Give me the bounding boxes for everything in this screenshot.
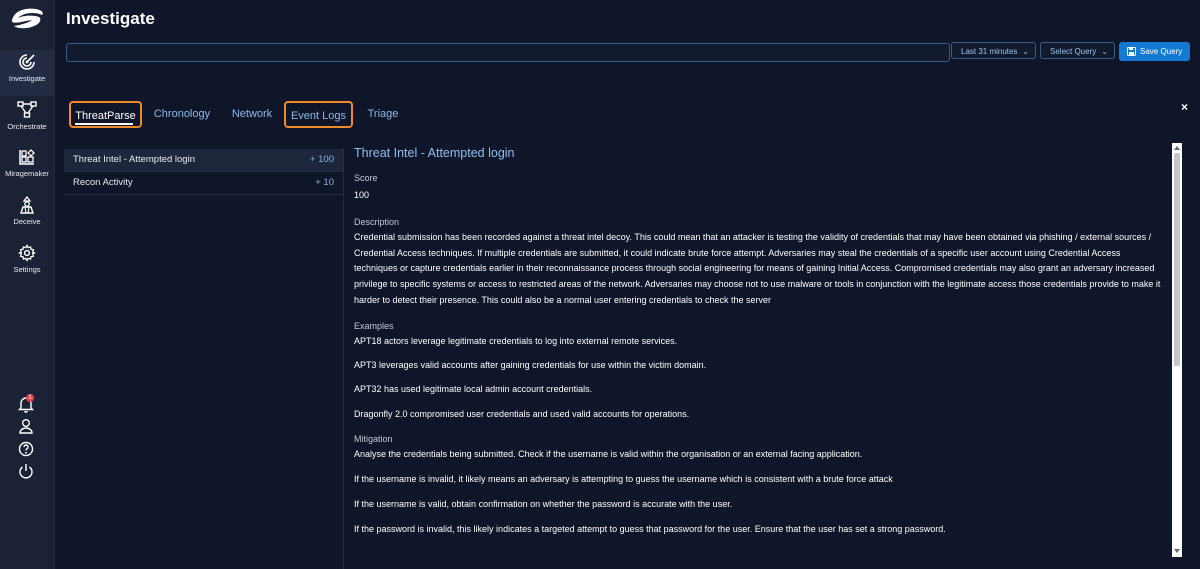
save-query-label: Save Query: [1140, 47, 1183, 56]
sidebar-item-settings[interactable]: Settings: [0, 241, 54, 287]
detail-title: Threat Intel - Attempted login: [354, 146, 515, 160]
description-text: Credential submission has been recorded …: [354, 231, 1161, 305]
sidebar-item-miragemaker[interactable]: Miragemaker: [0, 145, 54, 191]
help-icon[interactable]: [17, 440, 35, 458]
time-range-label: Last 31 minutes: [961, 47, 1018, 56]
tab-label: Chronology: [153, 108, 211, 120]
score-label: Score: [354, 173, 378, 183]
list-item-label: Recon Activity: [73, 177, 133, 188]
tab-event-logs[interactable]: Event Logs: [284, 101, 353, 128]
list-item[interactable]: Threat Intel - Attempted login + 100: [64, 149, 343, 172]
score-value: 100: [354, 190, 370, 200]
list-item-score: + 100: [309, 154, 334, 165]
sidebar-item-label: Miragemaker: [5, 169, 49, 178]
investigate-icon: [19, 54, 35, 70]
notification-badge: 1: [26, 394, 34, 402]
sidebar: Investigate Orchestrate Miragemaker Dece…: [0, 0, 55, 569]
tab-chronology[interactable]: Chronology: [150, 101, 214, 128]
tab-triage[interactable]: Triage: [362, 101, 404, 128]
tab-label: Triage: [367, 108, 399, 120]
list-item-score: + 10: [315, 177, 334, 188]
tab-label: Event Logs: [290, 110, 347, 122]
app-logo[interactable]: [6, 4, 48, 34]
power-icon[interactable]: [17, 462, 35, 480]
sidebar-item-label: Settings: [13, 265, 41, 274]
sidebar-item-label: Orchestrate: [7, 122, 47, 131]
example-item: Dragonfly 2.0 compromised user credentia…: [354, 408, 690, 419]
list-item[interactable]: Recon Activity + 10: [64, 172, 343, 195]
scrollbar-thumb[interactable]: [1174, 153, 1180, 366]
list-item-label: Threat Intel - Attempted login: [73, 154, 195, 165]
mitigation-item: If the username is invalid, it likely me…: [354, 474, 893, 485]
mitigation-item: If the password is invalid, this likely …: [354, 523, 946, 534]
mitigation-item: Analyse the credentials being submitted.…: [354, 449, 863, 460]
page-title: Investigate: [66, 9, 155, 28]
chevron-down-icon: ⌄: [1022, 47, 1029, 56]
example-item: APT18 actors leverage legitimate credent…: [354, 335, 678, 346]
chevron-down-icon: ⌄: [1101, 47, 1108, 56]
scroll-down-arrow-icon[interactable]: [1174, 549, 1180, 553]
time-range-dropdown[interactable]: Last 31 minutes ⌄: [951, 42, 1036, 59]
description-label: Description: [354, 216, 400, 227]
query-input[interactable]: [66, 43, 950, 62]
example-item: APT32 has used legitimate local admin ac…: [354, 384, 593, 395]
sidebar-item-label: Deceive: [13, 217, 41, 226]
mitigation-item: If the username is valid, obtain confirm…: [354, 499, 733, 510]
threat-list: Threat Intel - Attempted login + 100 Rec…: [64, 149, 344, 569]
scroll-up-arrow-icon[interactable]: [1174, 146, 1180, 150]
miragemaker-icon: [19, 149, 35, 165]
tab-network[interactable]: Network: [226, 101, 278, 128]
mitigation-label: Mitigation: [354, 434, 393, 445]
active-tab-indicator: [75, 123, 133, 125]
save-query-button[interactable]: Save Query: [1119, 42, 1190, 61]
examples-label: Examples: [354, 320, 394, 331]
orchestrate-icon: [17, 101, 37, 118]
sidebar-item-label: Investigate: [8, 74, 46, 83]
gear-icon: [18, 244, 36, 262]
user-icon[interactable]: [17, 417, 35, 435]
sidebar-item-orchestrate[interactable]: Orchestrate: [0, 98, 54, 144]
detail-panel: Threat Intel - Attempted login Score 100…: [354, 146, 1166, 538]
select-query-label: Select Query: [1050, 47, 1097, 56]
sidebar-item-investigate[interactable]: Investigate: [0, 50, 54, 96]
tab-label: Network: [231, 108, 273, 120]
deceive-icon: [20, 196, 34, 214]
sidebar-item-deceive[interactable]: Deceive: [0, 193, 54, 239]
select-query-dropdown[interactable]: Select Query ⌄: [1040, 42, 1115, 59]
tab-label: ThreatParse: [75, 110, 136, 122]
close-icon[interactable]: ×: [1181, 100, 1188, 114]
save-icon: [1127, 47, 1136, 56]
example-item: APT3 leverages valid accounts after gain…: [354, 360, 707, 371]
